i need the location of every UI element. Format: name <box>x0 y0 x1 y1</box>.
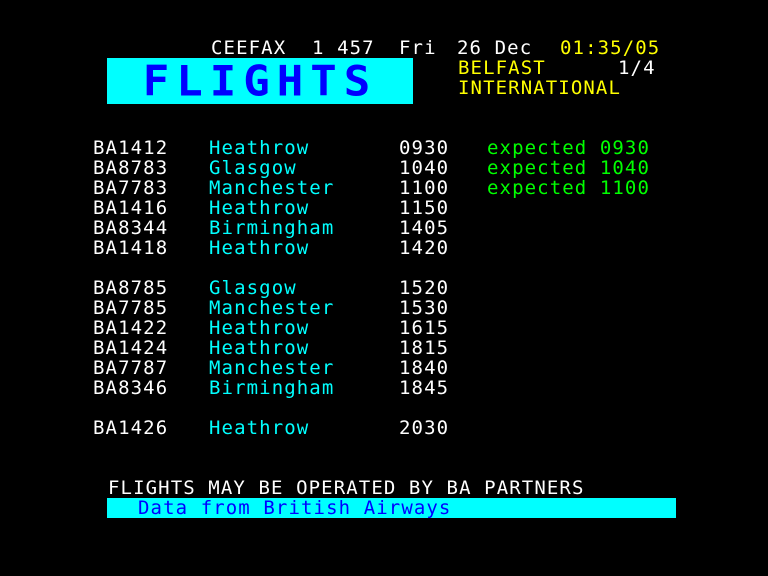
flight-destination: Heathrow <box>209 317 310 339</box>
flight-time: 1815 <box>399 337 450 359</box>
flight-destination: Manchester <box>209 177 335 199</box>
day-label: Fri <box>399 37 437 59</box>
flight-time: 1100 <box>399 177 450 199</box>
logo-label: FLIGHTS <box>142 56 378 106</box>
flight-destination: Manchester <box>209 357 335 379</box>
flight-number: BA8344 <box>93 217 169 239</box>
subpage-indicator: 1/4 <box>618 57 656 79</box>
flight-number: BA7787 <box>93 357 169 379</box>
flight-destination: Glasgow <box>209 157 297 179</box>
flight-time: 1420 <box>399 237 450 259</box>
flight-number: BA8783 <box>93 157 169 179</box>
flight-time: 0930 <box>399 137 450 159</box>
flight-time: 1040 <box>399 157 450 179</box>
flight-destination: Heathrow <box>209 137 310 159</box>
page-number: 1 457 <box>312 37 375 59</box>
flight-time: 1615 <box>399 317 450 339</box>
flight-number: BA1418 <box>93 237 169 259</box>
flight-time: 1405 <box>399 217 450 239</box>
flight-destination: Heathrow <box>209 197 310 219</box>
flight-time: 1150 <box>399 197 450 219</box>
flight-number: BA7783 <box>93 177 169 199</box>
data-source: Data from British Airways <box>138 497 452 519</box>
flight-number: BA1426 <box>93 417 169 439</box>
partners-notice: FLIGHTS MAY BE OPERATED BY BA PARTNERS <box>108 477 585 499</box>
airport-name-line2: INTERNATIONAL <box>458 77 622 99</box>
flight-number: BA1412 <box>93 137 169 159</box>
flight-status: expected 1040 <box>487 157 651 179</box>
date-label: 26 Dec <box>457 37 533 59</box>
flight-time: 1520 <box>399 277 450 299</box>
flight-number: BA8346 <box>93 377 169 399</box>
flight-number: BA7785 <box>93 297 169 319</box>
flight-destination: Heathrow <box>209 237 310 259</box>
flight-status: expected 1100 <box>487 177 651 199</box>
flight-destination: Heathrow <box>209 417 310 439</box>
service-name: CEEFAX <box>211 37 287 59</box>
flight-status: expected 0930 <box>487 137 651 159</box>
flight-time: 1845 <box>399 377 450 399</box>
flight-time: 1530 <box>399 297 450 319</box>
airport-name-line1: BELFAST <box>458 57 546 79</box>
flight-destination: Manchester <box>209 297 335 319</box>
flight-time: 1840 <box>399 357 450 379</box>
flight-number: BA1424 <box>93 337 169 359</box>
flight-destination: Heathrow <box>209 337 310 359</box>
flight-destination: Birmingham <box>209 217 335 239</box>
flight-destination: Birmingham <box>209 377 335 399</box>
flight-number: BA1416 <box>93 197 169 219</box>
flights-logo: FLIGHTS <box>107 56 413 106</box>
clock: 01:35/05 <box>560 37 661 59</box>
flight-destination: Glasgow <box>209 277 297 299</box>
flight-number: BA1422 <box>93 317 169 339</box>
flight-time: 2030 <box>399 417 450 439</box>
flight-number: BA8785 <box>93 277 169 299</box>
